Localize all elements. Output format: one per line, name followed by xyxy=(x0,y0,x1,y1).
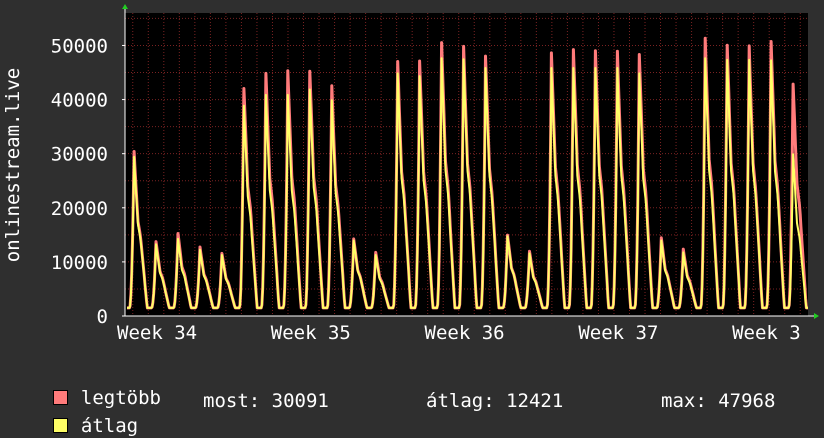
stat-now: most: 30091 xyxy=(203,390,329,412)
y-tick-label: 50000 xyxy=(51,35,108,57)
y-axis-arrow-icon xyxy=(122,4,128,9)
legend-item-avg: átlag xyxy=(30,390,138,438)
x-axis-ticks: Week 34 Week 35 Week 36 Week 37 Week 3 xyxy=(117,322,801,344)
x-tick-label: Week 36 xyxy=(425,322,505,344)
y-tick-label: 0 xyxy=(97,306,108,328)
legend-swatch-avg xyxy=(52,418,68,433)
x-tick-label: Week 3 xyxy=(732,322,801,344)
x-tick-label: Week 35 xyxy=(271,322,351,344)
y-tick-label: 10000 xyxy=(51,252,108,274)
y-tick-label: 30000 xyxy=(51,144,108,166)
legend-label-avg: átlag xyxy=(80,415,139,437)
x-tick-label: Week 34 xyxy=(117,322,197,344)
y-tick-label: 40000 xyxy=(51,90,108,112)
x-tick-label: Week 37 xyxy=(578,322,658,344)
y-axis-ticks: 0 10000 20000 30000 40000 50000 xyxy=(51,35,125,328)
stat-max: max: 47968 xyxy=(661,390,776,412)
y-axis-label: onlinestream.live xyxy=(2,68,24,262)
stat-average: átlag: 12421 xyxy=(426,390,564,412)
y-tick-label: 20000 xyxy=(51,198,108,220)
x-axis-arrow-icon xyxy=(814,313,819,319)
